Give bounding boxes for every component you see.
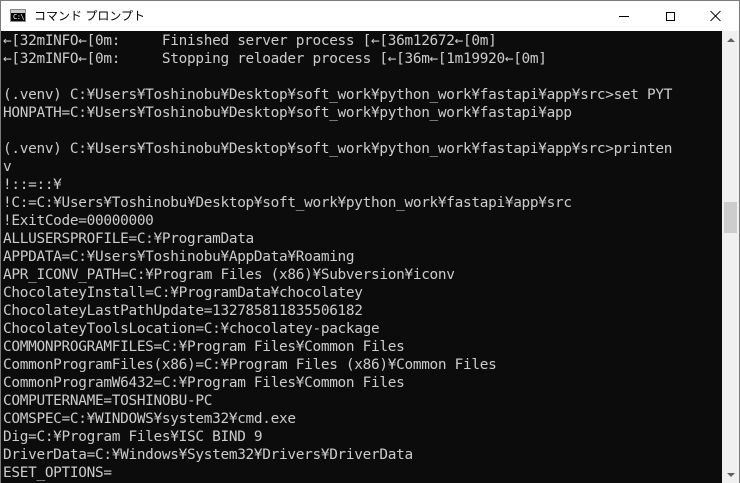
console-line: Dig=C:¥Program Files¥ISC BIND 9 bbox=[3, 429, 263, 445]
scroll-up-button[interactable] bbox=[722, 31, 739, 48]
maximize-icon bbox=[665, 11, 675, 21]
console-line: COMPUTERNAME=TOSHINOBU-PC bbox=[3, 393, 213, 409]
minimize-button[interactable] bbox=[601, 1, 647, 31]
vertical-scrollbar[interactable] bbox=[722, 31, 739, 483]
console-line: HONPATH=C:¥Users¥Toshinobu¥Desktop¥soft_… bbox=[3, 105, 572, 121]
console-line: !C:=C:¥Users¥Toshinobu¥Desktop¥soft_work… bbox=[3, 195, 572, 211]
console-line: ChocolateyLastPathUpdate=132785811835506… bbox=[3, 303, 363, 319]
scrollbar-thumb[interactable] bbox=[724, 202, 737, 233]
console-line: ←[32mINFO←[0m: Finished server process [… bbox=[3, 33, 497, 49]
console-line: ChocolateyInstall=C:¥ProgramData¥chocola… bbox=[3, 285, 363, 301]
console-line: ChocolateyToolsLocation=C:¥chocolatey-pa… bbox=[3, 321, 380, 337]
chevron-down-icon bbox=[726, 472, 735, 477]
console-line: COMSPEC=C:¥WINDOWS¥system32¥cmd.exe bbox=[3, 411, 296, 427]
console-line: COMMONPROGRAMFILES=C:¥Program Files¥Comm… bbox=[3, 339, 405, 355]
close-button[interactable] bbox=[693, 1, 739, 31]
maximize-button[interactable] bbox=[647, 1, 693, 31]
window-title: コマンド プロンプト bbox=[34, 9, 145, 23]
console-line: APPDATA=C:¥Users¥Toshinobu¥AppData¥Roami… bbox=[3, 249, 355, 265]
console-line: ESET_OPTIONS= bbox=[3, 465, 112, 481]
close-icon bbox=[710, 10, 722, 22]
console-lines: ←[32mINFO←[0m: Finished server process [… bbox=[3, 32, 672, 482]
console-output[interactable]: ←[32mINFO←[0m: Finished server process [… bbox=[1, 31, 722, 483]
console-line: DriverData=C:¥Windows¥System32¥Drivers¥D… bbox=[3, 447, 413, 463]
console-line: (.venv) C:¥Users¥Toshinobu¥Desktop¥soft_… bbox=[3, 87, 673, 103]
command-prompt-window: C:\ コマンド プロンプト ←[32mINFO←[0m: Finished s… bbox=[0, 0, 740, 483]
minimize-icon bbox=[619, 15, 629, 17]
console-line: ←[32mINFO←[0m: Stopping reloader process… bbox=[3, 51, 547, 67]
scroll-down-button[interactable] bbox=[722, 466, 739, 483]
console-line: CommonProgramFiles(x86)=C:¥Program Files… bbox=[3, 357, 497, 373]
cmd-prompt-icon[interactable]: C:\ bbox=[10, 9, 26, 22]
icon-prompt-text: C:\ bbox=[13, 13, 25, 21]
title-bar[interactable]: C:\ コマンド プロンプト bbox=[1, 1, 739, 31]
console-line: ALLUSERSPROFILE=C:¥ProgramData bbox=[3, 231, 254, 247]
console-line: APR_ICONV_PATH=C:¥Program Files (x86)¥Su… bbox=[3, 267, 455, 283]
chevron-up-icon bbox=[726, 37, 735, 42]
console-line: !ExitCode=00000000 bbox=[3, 213, 154, 229]
console-line: v bbox=[3, 159, 12, 175]
console-line: (.venv) C:¥Users¥Toshinobu¥Desktop¥soft_… bbox=[3, 141, 673, 157]
console-line: CommonProgramW6432=C:¥Program Files¥Comm… bbox=[3, 375, 405, 391]
console-line: !::=::¥ bbox=[3, 177, 62, 193]
